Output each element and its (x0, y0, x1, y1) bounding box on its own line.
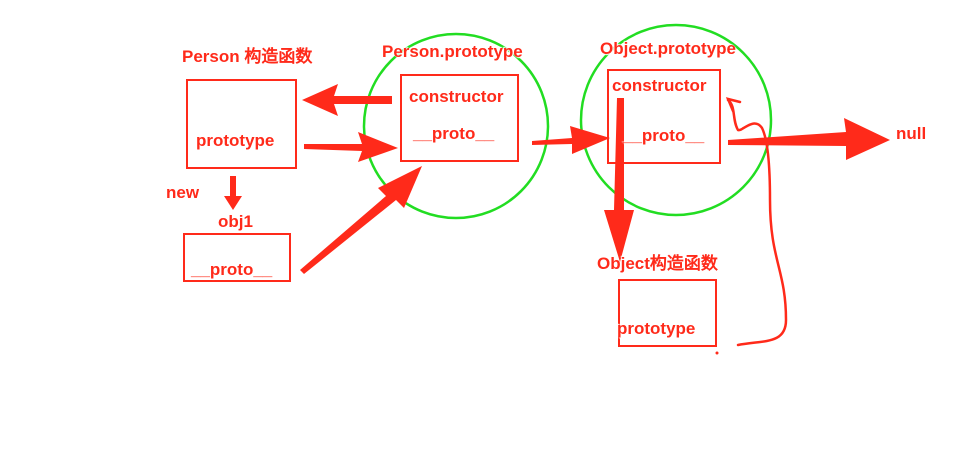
object-constructor-prototype-field: prototype (617, 319, 696, 338)
person-prototype-constructor-field: constructor (409, 87, 504, 106)
person-prototype-field: prototype (196, 131, 275, 150)
object-prototype-proto-field: __proto__ (623, 126, 705, 145)
stray-dot (715, 351, 719, 355)
obj1-label: obj1 (218, 212, 253, 231)
obj1-proto-field: __proto__ (191, 260, 273, 279)
null-label: null (896, 124, 927, 143)
person-prototype-box: constructor __proto__ (400, 74, 519, 162)
object-prototype-title: Object.prototype (600, 39, 737, 58)
arrow-constructor-to-person (302, 84, 392, 116)
person-prototype-proto-field: __proto__ (413, 124, 495, 143)
person-constructor-title: Person 构造函数 (182, 47, 313, 66)
object-prototype-constructor-field: constructor (612, 76, 707, 95)
arrow-obj1-to-person-prototype (300, 166, 422, 274)
object-constructor-title: Object构造函数 (597, 254, 718, 273)
arrow-new (224, 176, 242, 210)
arrow-prototype-to-person-prototype (304, 132, 398, 162)
obj1-box: __proto__ (183, 233, 291, 282)
person-constructor-box: prototype (186, 79, 297, 169)
diagram-canvas (224, 23, 890, 355)
person-prototype-title: Person.prototype (382, 42, 523, 61)
new-label: new (166, 183, 200, 202)
object-constructor-box: prototype (617, 279, 717, 347)
object-prototype-box: constructor __proto__ (607, 69, 721, 164)
